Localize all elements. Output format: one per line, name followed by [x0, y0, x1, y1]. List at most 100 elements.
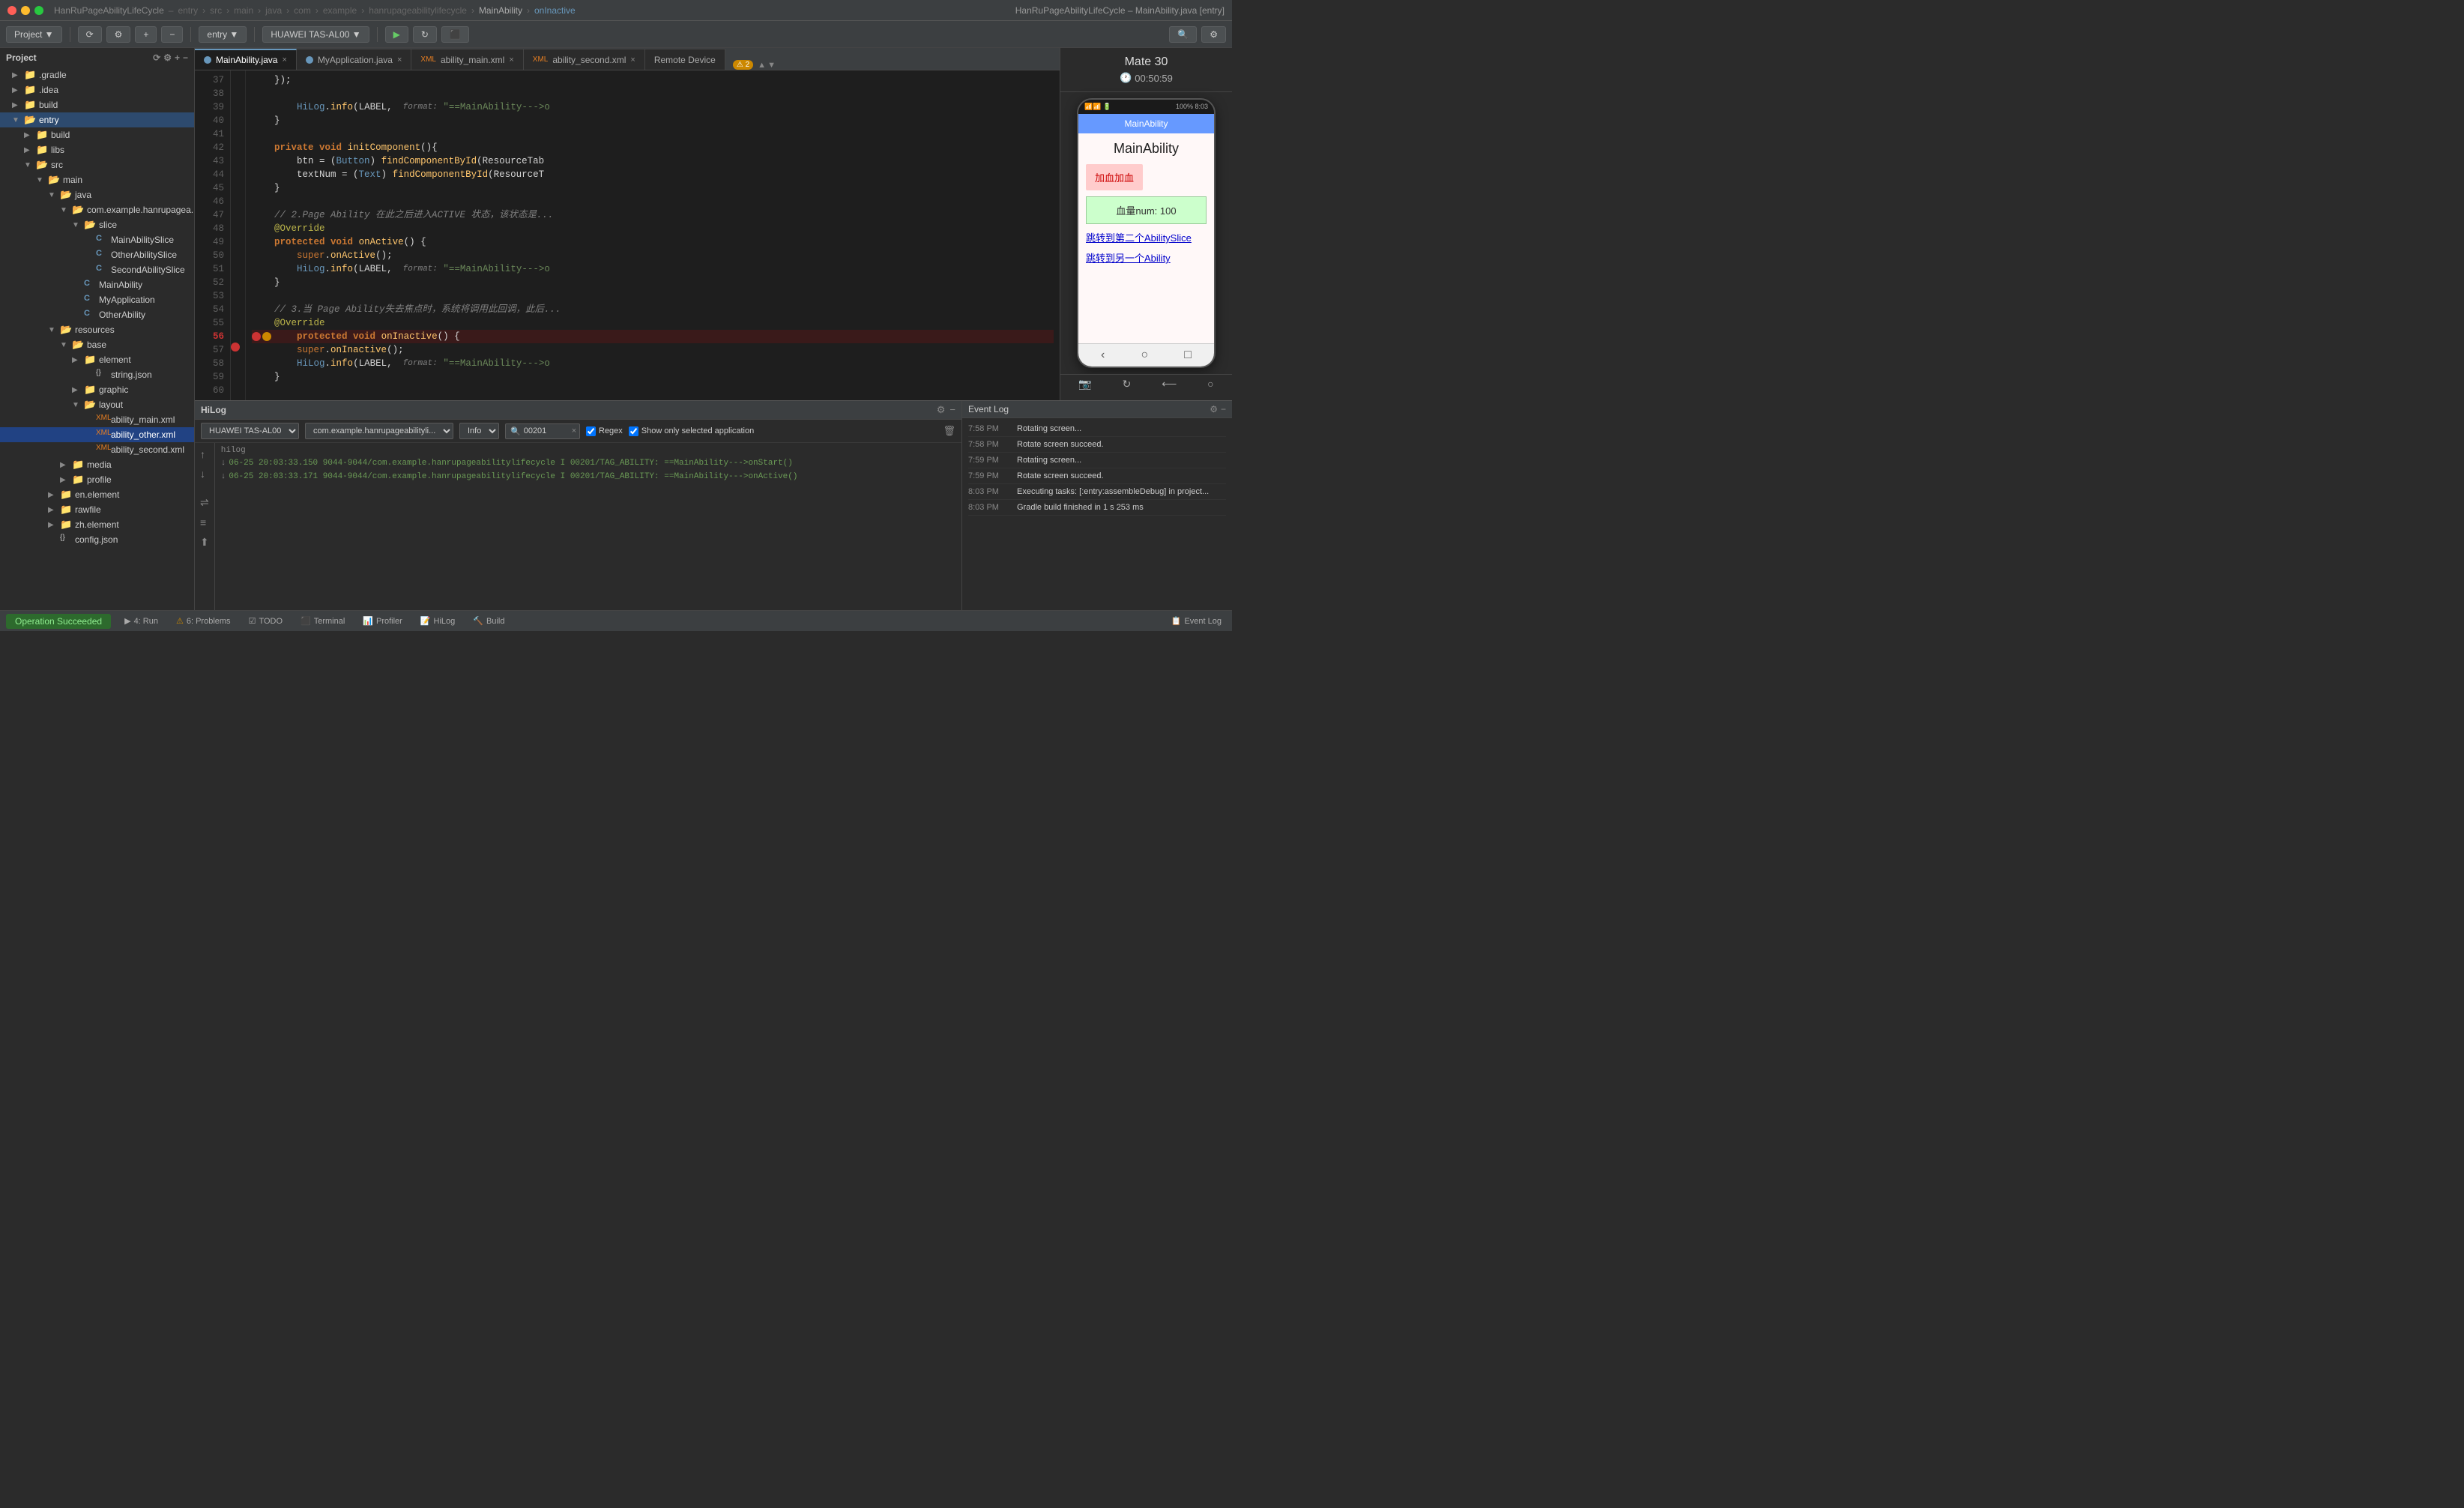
search-button[interactable]: 🔍 [1169, 26, 1197, 43]
phone-nav-home[interactable]: ○ [1141, 349, 1148, 362]
tree-item-entry[interactable]: ▼ 📂 entry [0, 112, 194, 127]
tree-item-main-slice[interactable]: C MainAbilitySlice [0, 232, 194, 247]
tree-item-libs[interactable]: ▶ 📁 libs [0, 142, 194, 157]
tab-main-ability[interactable]: MainAbility.java × [195, 49, 297, 70]
hilog-show-only-checkbox[interactable]: Show only selected application [629, 426, 754, 436]
tree-item-main-ability[interactable]: C MainAbility [0, 277, 194, 292]
tree-item-src[interactable]: ▼ 📂 src [0, 157, 194, 172]
phone-rotate-icon[interactable]: ↻ [1123, 378, 1132, 390]
event-log-settings-icon[interactable]: ⚙ [1210, 404, 1218, 414]
phone-home-icon[interactable]: ○ [1207, 378, 1213, 390]
tree-item-en-element[interactable]: ▶ 📁 en.element [0, 487, 194, 502]
run-button[interactable]: ▶ [385, 26, 408, 43]
phone-back-icon[interactable]: ⟵ [1162, 378, 1177, 390]
reload-button[interactable]: ↻ [413, 26, 437, 43]
tree-item-other-ability[interactable]: C OtherAbility [0, 307, 194, 322]
hilog-export-icon[interactable]: ⬆ [198, 534, 211, 551]
tree-item-zh-element[interactable]: ▶ 📁 zh.element [0, 517, 194, 532]
tree-item-graphic[interactable]: ▶ 📁 graphic [0, 382, 194, 397]
event-log-close-icon[interactable]: − [1221, 404, 1226, 414]
minus-button[interactable]: − [161, 26, 183, 43]
status-tab-problems[interactable]: ⚠ 6: Problems [172, 611, 235, 632]
status-tab-run[interactable]: ▶ 4: Run [120, 611, 163, 632]
status-tab-event-log[interactable]: 📋 Event Log [1167, 611, 1226, 632]
tree-item-ability-main[interactable]: XML ability_main.xml [0, 412, 194, 427]
tree-item-build[interactable]: ▶ 📁 build [0, 127, 194, 142]
tree-item-ability-other[interactable]: XML ability_other.xml [0, 427, 194, 442]
tree-item-base[interactable]: ▼ 📂 base [0, 337, 194, 352]
status-tab-hilog[interactable]: 📝 HiLog [416, 611, 459, 632]
hilog-down-icon[interactable]: ↓ [198, 465, 211, 482]
tree-item-element[interactable]: ▶ 📁 element [0, 352, 194, 367]
tree-item-idea[interactable]: ▶ 📁 .idea [0, 82, 194, 97]
hilog-regex-checkbox[interactable]: Regex [586, 426, 623, 436]
phone-nav-back[interactable]: ‹ [1101, 349, 1105, 362]
phone-screenshot-icon[interactable]: 📷 [1078, 378, 1091, 390]
tab-ability-second-xml[interactable]: XML ability_second.xml × [524, 49, 645, 70]
tab-myapp[interactable]: MyApplication.java × [297, 49, 412, 70]
phone-link2[interactable]: 跳转到另一个Ability [1086, 250, 1207, 265]
tree-item-layout[interactable]: ▼ 📂 layout [0, 397, 194, 412]
hilog-search-input[interactable] [524, 426, 569, 435]
settings-button[interactable]: ⚙ [106, 26, 131, 43]
add-button[interactable]: + [135, 26, 157, 43]
tree-item-second-slice[interactable]: C SecondAbilitySlice [0, 262, 194, 277]
tab-close-xml[interactable]: × [509, 55, 513, 64]
hilog-show-only-input[interactable] [629, 426, 638, 436]
hilog-up-icon[interactable]: ↑ [198, 446, 211, 462]
phone-nav-recent[interactable]: □ [1184, 349, 1192, 362]
tab-close-myapp[interactable]: × [397, 55, 402, 64]
hilog-device-select[interactable]: HUAWEI TAS-AL00 [201, 423, 299, 439]
tree-item-resources[interactable]: ▼ 📂 resources [0, 322, 194, 337]
tree-item-com[interactable]: ▼ 📂 com.example.hanrupagea... [0, 202, 194, 217]
hilog-close-icon[interactable]: − [949, 404, 955, 416]
status-tab-build[interactable]: 🔨 Build [468, 611, 509, 632]
tree-item-media[interactable]: ▶ 📁 media [0, 457, 194, 472]
tree-item-main[interactable]: ▼ 📂 main [0, 172, 194, 187]
tree-item-ability-second[interactable]: XML ability_second.xml [0, 442, 194, 457]
tab-ability-main-xml[interactable]: XML ability_main.xml × [411, 49, 523, 70]
tree-item-myapp[interactable]: C MyApplication [0, 292, 194, 307]
tree-item-gradle[interactable]: ▶ 📁 .gradle [0, 67, 194, 82]
sidebar-minus-icon[interactable]: − [183, 52, 188, 63]
sidebar-sync-icon[interactable]: ⟳ [153, 52, 160, 63]
tree-item-config-json[interactable]: {} config.json [0, 532, 194, 547]
settings-gear-button[interactable]: ⚙ [1201, 26, 1226, 43]
hilog-wrap-icon[interactable]: ⇌ [198, 494, 211, 511]
status-tab-terminal[interactable]: ⬛ Terminal [296, 611, 349, 632]
entry-button[interactable]: entry ▼ [199, 26, 247, 43]
traffic-light-minimize[interactable] [21, 6, 30, 15]
hilog-log-area[interactable]: hilog ↓ 06-25 20:03:33.150 9044-9044/com… [215, 443, 961, 610]
hilog-clear-all-icon[interactable]: 🗑 [943, 425, 955, 437]
status-tab-todo[interactable]: ☑ TODO [244, 611, 287, 632]
tree-item-string-json[interactable]: {} string.json [0, 367, 194, 382]
phone-btn1[interactable]: 加血加血 [1086, 164, 1143, 190]
hilog-clear-icon[interactable]: × [572, 426, 576, 435]
phone-link1[interactable]: 跳转到第二个AbilitySlice [1086, 230, 1207, 244]
warning-up[interactable]: ▲ [758, 61, 766, 70]
traffic-light-close[interactable] [7, 6, 16, 15]
stop-button[interactable]: ⬛ [441, 26, 469, 43]
status-tab-profiler[interactable]: 📊 Profiler [358, 611, 407, 632]
project-button[interactable]: Project ▼ [6, 26, 62, 43]
tab-remote-device[interactable]: Remote Device [645, 49, 725, 70]
event-log-content[interactable]: 7:58 PM Rotating screen... 7:58 PM Rotat… [962, 418, 1232, 610]
tree-item-profile[interactable]: ▶ 📁 profile [0, 472, 194, 487]
tree-item-build-root[interactable]: ▶ 📁 build [0, 97, 194, 112]
device-button[interactable]: HUAWEI TAS-AL00 ▼ [262, 26, 369, 43]
tab-close-main[interactable]: × [282, 55, 286, 64]
tree-item-other-slice[interactable]: C OtherAbilitySlice [0, 247, 194, 262]
sync-button[interactable]: ⟳ [78, 26, 102, 43]
sidebar-cog-icon[interactable]: ⚙ [163, 52, 172, 63]
code-content[interactable]: }); HiLog.info(LABEL, format: "==MainAbi… [246, 70, 1060, 400]
hilog-regex-input[interactable] [586, 426, 596, 436]
traffic-light-maximize[interactable] [34, 6, 43, 15]
hilog-settings-icon[interactable]: ⚙ [937, 404, 946, 416]
warning-down[interactable]: ▼ [767, 61, 776, 70]
tree-item-slice[interactable]: ▼ 📂 slice [0, 217, 194, 232]
tree-item-java[interactable]: ▼ 📂 java [0, 187, 194, 202]
tree-item-rawfile[interactable]: ▶ 📁 rawfile [0, 502, 194, 517]
hilog-level-select[interactable]: Info [459, 423, 499, 439]
sidebar-add-icon[interactable]: + [175, 52, 180, 63]
hilog-app-select[interactable]: com.example.hanrupageabilityli... [305, 423, 453, 439]
